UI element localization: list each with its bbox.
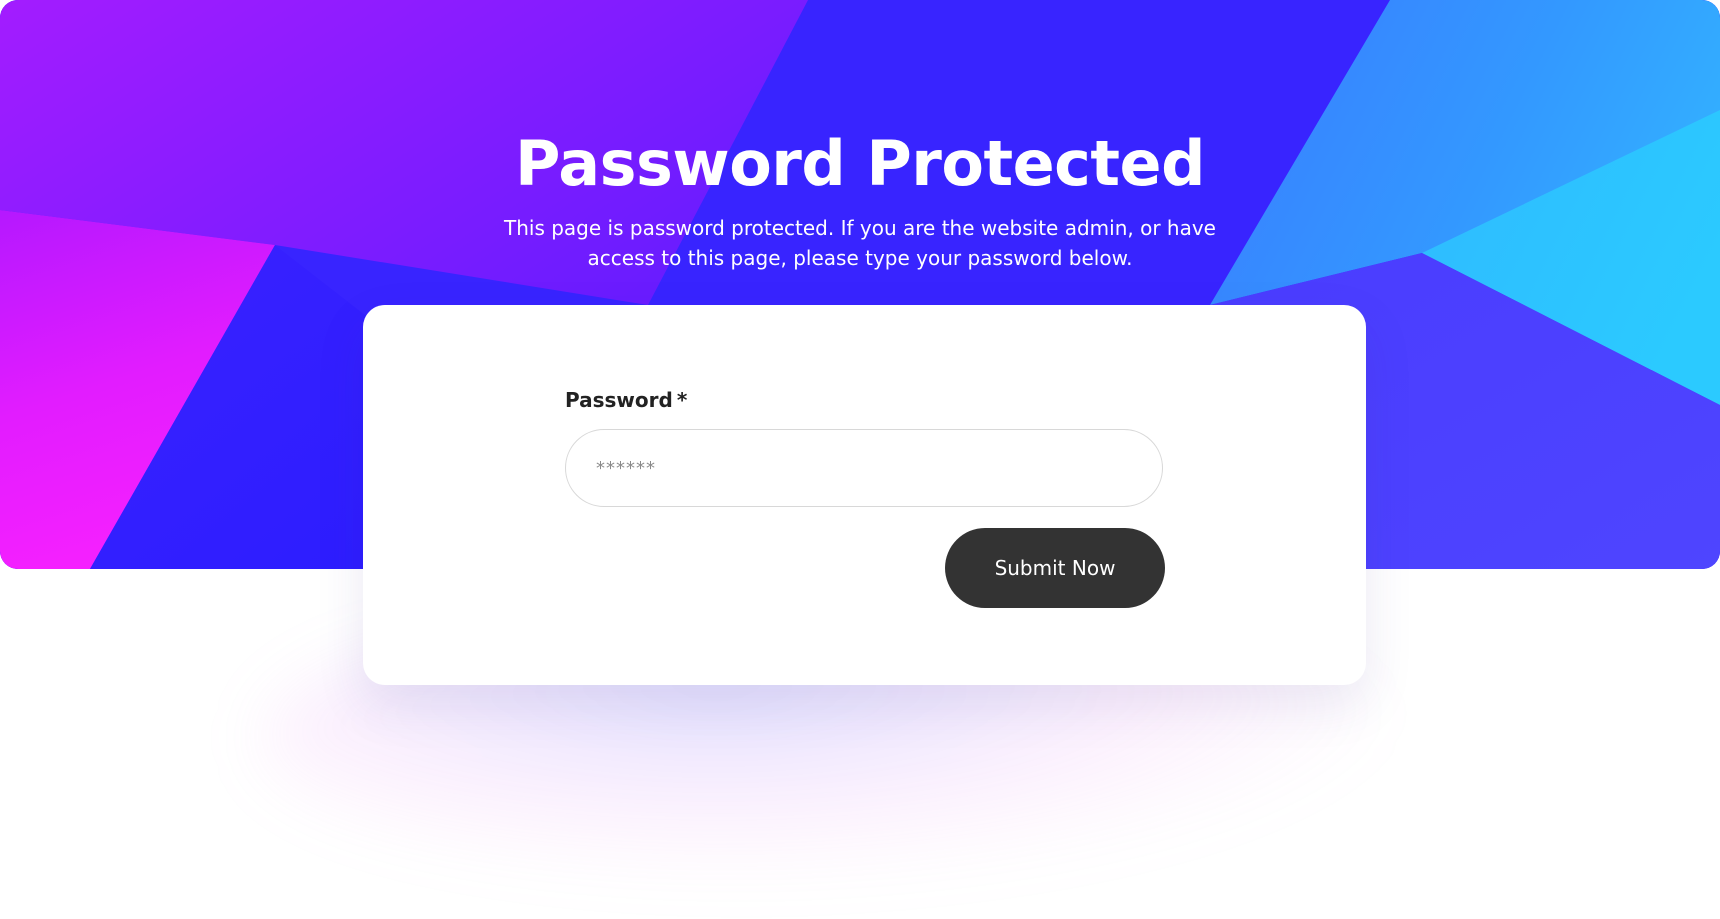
submit-button[interactable]: Submit Now [945, 528, 1165, 608]
password-input[interactable] [565, 429, 1163, 507]
password-page: Password Protected This page is password… [0, 0, 1720, 919]
password-form-card: Password * Submit Now [363, 305, 1366, 685]
password-label-text: Password [565, 388, 673, 412]
page-title: Password Protected [515, 127, 1205, 200]
required-marker: * [676, 388, 688, 412]
password-label: Password * [565, 385, 687, 415]
page-description: This page is password protected. If you … [504, 216, 1216, 270]
